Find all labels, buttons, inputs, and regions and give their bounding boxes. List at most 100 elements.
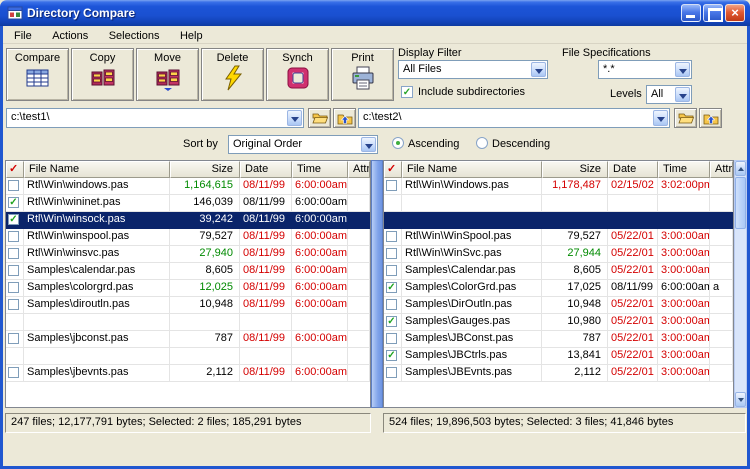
- row-checkbox[interactable]: [386, 248, 397, 259]
- column-header-attr[interactable]: Attr: [348, 161, 370, 178]
- file-row[interactable]: [384, 195, 733, 212]
- display-filter-select[interactable]: All Files: [398, 60, 548, 79]
- ascending-radio[interactable]: [392, 137, 404, 149]
- dropdown-arrow-icon[interactable]: [675, 87, 690, 102]
- print-button[interactable]: Print: [331, 48, 394, 101]
- row-checkbox[interactable]: [386, 180, 397, 191]
- row-checkbox[interactable]: ✓: [8, 197, 19, 208]
- file-cell-attr: [710, 331, 733, 348]
- file-row[interactable]: Rtl\Win\windows.pas1,164,61508/11/996:00…: [6, 178, 370, 195]
- file-row[interactable]: Rtl\Win\winspool.pas79,52708/11/996:00:0…: [6, 229, 370, 246]
- column-header-attr[interactable]: Attr: [710, 161, 733, 178]
- scroll-down-arrow-icon[interactable]: [735, 392, 746, 407]
- row-checkbox[interactable]: [386, 299, 397, 310]
- right-panel-scrollbar[interactable]: [734, 160, 747, 408]
- select-all-header-cell[interactable]: ✓: [6, 161, 24, 178]
- column-header-size[interactable]: Size: [170, 161, 240, 178]
- row-checkbox[interactable]: [8, 282, 19, 293]
- menu-selections[interactable]: Selections: [101, 28, 168, 42]
- right-path-combobox[interactable]: c:\test2\: [358, 108, 670, 128]
- dropdown-arrow-icon[interactable]: [675, 62, 690, 77]
- title-bar[interactable]: Directory Compare ×: [0, 0, 750, 26]
- right-folder-up-button[interactable]: [699, 108, 722, 128]
- left-file-list[interactable]: Rtl\Win\windows.pas1,164,61508/11/996:00…: [6, 178, 370, 407]
- file-row[interactable]: Samples\JBConst.pas78705/22/013:00:00am: [384, 331, 733, 348]
- column-header-size[interactable]: Size: [542, 161, 608, 178]
- row-checkbox[interactable]: [8, 367, 19, 378]
- menu-file[interactable]: File: [6, 28, 40, 42]
- dropdown-arrow-icon[interactable]: [287, 110, 302, 126]
- file-cell-attr: [710, 263, 733, 280]
- levels-select[interactable]: All: [646, 85, 692, 104]
- maximize-button[interactable]: [703, 4, 723, 22]
- row-checkbox[interactable]: [386, 265, 397, 276]
- close-button[interactable]: ×: [725, 4, 745, 22]
- row-checkbox[interactable]: [8, 299, 19, 310]
- file-row[interactable]: Samples\colorgrd.pas12,02508/11/996:00:0…: [6, 280, 370, 297]
- file-row[interactable]: Rtl\Win\Windows.pas1,178,48702/15/023:02…: [384, 178, 733, 195]
- file-row[interactable]: Samples\JBEvnts.pas2,11205/22/013:00:00a…: [384, 365, 733, 382]
- menu-help[interactable]: Help: [172, 28, 211, 42]
- file-row[interactable]: Samples\jbconst.pas78708/11/996:00:00am: [6, 331, 370, 348]
- right-browse-folder-button[interactable]: [674, 108, 697, 128]
- row-checkbox[interactable]: [386, 333, 397, 344]
- scrollbar-thumb[interactable]: [735, 177, 746, 229]
- synch-button[interactable]: Synch: [266, 48, 329, 101]
- minimize-button[interactable]: [681, 4, 701, 22]
- sort-by-select[interactable]: Original Order: [228, 135, 378, 154]
- file-row[interactable]: ✓Samples\JBCtrls.pas13,84105/22/013:00:0…: [384, 348, 733, 365]
- file-row[interactable]: Samples\Calendar.pas8,60505/22/013:00:00…: [384, 263, 733, 280]
- row-checkbox[interactable]: [8, 248, 19, 259]
- dropdown-arrow-icon[interactable]: [531, 62, 546, 77]
- column-header-date[interactable]: Date: [608, 161, 658, 178]
- row-checkbox[interactable]: [8, 333, 19, 344]
- file-row[interactable]: Samples\calendar.pas8,60508/11/996:00:00…: [6, 263, 370, 280]
- compare-button[interactable]: Compare: [6, 48, 69, 101]
- column-header-file-name[interactable]: File Name: [402, 161, 542, 178]
- file-cell-time: 6:00:00am: [292, 229, 348, 246]
- scroll-up-arrow-icon[interactable]: [735, 161, 746, 176]
- file-row[interactable]: Samples\DirOutln.pas10,94805/22/013:00:0…: [384, 297, 733, 314]
- file-row[interactable]: Samples\jbevnts.pas2,11208/11/996:00:00a…: [6, 365, 370, 382]
- column-header-time[interactable]: Time: [658, 161, 710, 178]
- left-panel-scrollbar[interactable]: [371, 160, 383, 408]
- column-header-time[interactable]: Time: [292, 161, 348, 178]
- row-checkbox[interactable]: ✓: [386, 282, 397, 293]
- row-checkbox[interactable]: [386, 367, 397, 378]
- file-row[interactable]: ✓Rtl\Win\wininet.pas146,03908/11/996:00:…: [6, 195, 370, 212]
- file-row[interactable]: [6, 348, 370, 365]
- row-checkbox[interactable]: ✓: [386, 350, 397, 361]
- left-path-combobox[interactable]: c:\test1\: [6, 108, 304, 128]
- menu-actions[interactable]: Actions: [44, 28, 96, 42]
- file-row[interactable]: Rtl\Win\winsvc.pas27,94008/11/996:00:00a…: [6, 246, 370, 263]
- file-row[interactable]: ✓Samples\Gauges.pas10,98005/22/013:00:00…: [384, 314, 733, 331]
- descending-radio[interactable]: [476, 137, 488, 149]
- left-browse-folder-button[interactable]: [308, 108, 331, 128]
- copy-button[interactable]: Copy: [71, 48, 134, 101]
- left-folder-up-button[interactable]: [333, 108, 356, 128]
- file-spec-select[interactable]: *.*: [598, 60, 692, 79]
- right-file-list[interactable]: Rtl\Win\Windows.pas1,178,48702/15/023:02…: [384, 178, 733, 407]
- row-checkbox[interactable]: [386, 231, 397, 242]
- row-checkbox[interactable]: ✓: [8, 214, 19, 225]
- file-row[interactable]: Rtl\Win\WinSpool.pas79,52705/22/013:00:0…: [384, 229, 733, 246]
- file-row[interactable]: ✓Samples\ColorGrd.pas17,02508/11/996:00:…: [384, 280, 733, 297]
- select-all-header-cell[interactable]: ✓: [384, 161, 402, 178]
- file-row[interactable]: [384, 212, 733, 229]
- include-subdirectories-checkbox[interactable]: ✓: [401, 86, 413, 98]
- column-header-date[interactable]: Date: [240, 161, 292, 178]
- delete-button[interactable]: Delete: [201, 48, 264, 101]
- row-checkbox[interactable]: [8, 180, 19, 191]
- file-row[interactable]: Rtl\Win\WinSvc.pas27,94405/22/013:00:00a…: [384, 246, 733, 263]
- dropdown-arrow-icon[interactable]: [361, 137, 376, 152]
- file-cell-attr: [710, 178, 733, 195]
- row-checkbox[interactable]: ✓: [386, 316, 397, 327]
- dropdown-arrow-icon[interactable]: [653, 110, 668, 126]
- row-checkbox[interactable]: [8, 265, 19, 276]
- row-checkbox[interactable]: [8, 231, 19, 242]
- file-row[interactable]: [6, 314, 370, 331]
- move-button[interactable]: Move: [136, 48, 199, 101]
- file-row[interactable]: ✓Rtl\Win\winsock.pas39,24208/11/996:00:0…: [6, 212, 370, 229]
- file-row[interactable]: Samples\diroutln.pas10,94808/11/996:00:0…: [6, 297, 370, 314]
- column-header-file-name[interactable]: File Name: [24, 161, 170, 178]
